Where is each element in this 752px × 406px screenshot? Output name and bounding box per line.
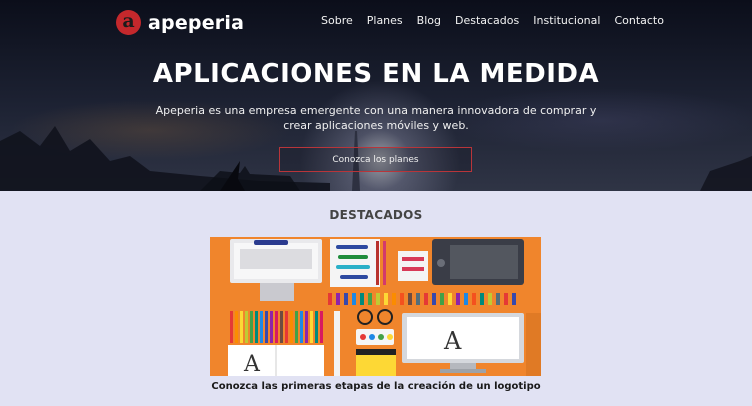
plans-button[interactable]: Conozca los planes (279, 147, 472, 172)
section-title: DESTACADOS (329, 208, 423, 222)
nav-link-contacto[interactable]: Contacto (614, 14, 664, 27)
main-nav: Sobre Planes Blog Destacados Institucion… (321, 14, 678, 27)
nav-link-destacados[interactable]: Destacados (455, 14, 519, 27)
nav-link-sobre[interactable]: Sobre (321, 14, 353, 27)
featured-article-image[interactable]: A A (210, 237, 541, 376)
nav-link-blog[interactable]: Blog (417, 14, 441, 27)
featured-article-title[interactable]: Conozca las primeras etapas de la creaci… (0, 381, 752, 392)
notebook-letter-a: A (243, 352, 261, 376)
nav-link-institucional[interactable]: Institucional (533, 14, 600, 27)
nav-link-planes[interactable]: Planes (367, 14, 403, 27)
brand-name: apeperia (148, 11, 245, 34)
hero-title: APLICACIONES EN LA MEDIDA (152, 59, 600, 89)
monitor-letter-a: A (443, 327, 462, 355)
brand-logo[interactable]: a apeperia (116, 10, 244, 35)
hero-subtitle: Apeperia es una empresa emergente con un… (155, 104, 597, 132)
logo-icon: a (116, 10, 141, 35)
